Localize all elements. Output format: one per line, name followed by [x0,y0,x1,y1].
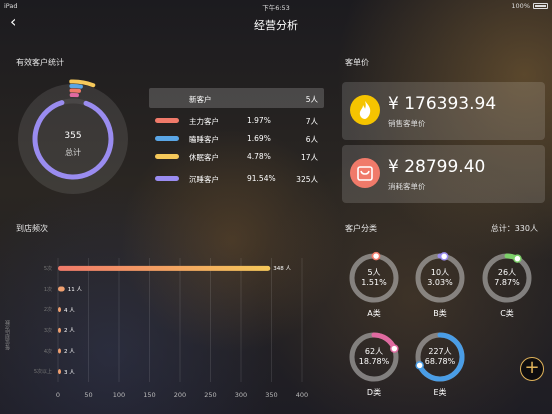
ring-percent: 3.03% [427,278,453,287]
legend-count: 7人 [305,117,318,126]
legend-swatch [155,176,179,181]
class-label: B类 [433,309,447,318]
ring-count: 227人 [428,347,452,356]
donut-total-value: 355 [64,131,82,141]
ring-end-dot [513,254,522,263]
legend-header-name: 新客户 [189,95,212,104]
legend-percent: 1.97% [247,116,271,125]
add-button[interactable]: + [520,357,544,381]
bar-value-label: 4 人 [64,307,75,314]
x-tick-label: 100 [112,391,126,399]
ring-percent: 7.87% [494,278,520,287]
bar-category-label: 1次 [43,286,52,293]
legend-name: 瞌睡客户 [189,135,219,144]
bar-category-label: 5次 [43,265,52,272]
x-tick-label: 200 [173,391,187,399]
ring-percent: 1.51% [361,278,387,287]
ring-count: 62人 [364,347,384,356]
legend-name: 主力客户 [189,117,219,126]
class-label: E类 [433,388,447,397]
class-label: D类 [366,388,382,397]
x-tick-label: 150 [143,391,156,399]
donut-segment-瞌睡客户 [69,84,83,89]
bar-category-label: 5次以上 [33,369,52,376]
consumption-unit-price-card: ¥ 28799.40 消耗客单价 [342,145,545,203]
bar-2 [58,307,61,313]
legend-swatch [155,154,179,159]
sales-unit-price-card: ¥ 176393.94 销售客单价 [342,82,545,140]
bar-value-label: 348 人 [273,266,292,273]
class-label: C类 [500,309,514,318]
bar-value-label: 2 人 [64,328,75,335]
sales-unit-price-amount: ¥ 176393.94 [388,94,497,114]
x-tick-label: 0 [55,391,61,399]
x-tick-label: 250 [204,391,217,399]
bar-4 [58,348,61,354]
sales-unit-price-label: 销售客单价 [388,119,426,128]
legend-header-count: 5人 [305,95,318,104]
class-label: A类 [367,309,381,318]
bar-value-label: 2 人 [64,349,75,355]
x-tick-label: 50 [84,391,93,399]
ring-end-dot [371,251,381,261]
ring-count: 10人 [430,268,450,277]
x-tick-label: 400 [295,391,309,399]
bar-category-label: 3次 [43,327,52,334]
legend-count: 6人 [305,135,318,144]
legend-percent: 1.69% [247,134,271,143]
legend-percent: 91.54% [247,174,276,183]
legend-header-row: 新客户 5人 [149,88,324,108]
legend-row: 瞌睡客户 1.69% 6人 [149,131,324,147]
legend-percent: 4.78% [247,152,271,161]
ring-count: 26人 [497,268,517,277]
legend-count: 325人 [296,175,318,184]
legend-count: 17人 [300,153,318,162]
donut-total-label: 总计 [65,148,81,157]
bar-value-label: 3 人 [64,369,75,376]
bar-chart-ylabel: 每位到店次数 [5,320,11,350]
bar-value-label: 11 人 [67,287,82,293]
charts-canvas [18,79,532,382]
shopping-bag-icon [350,158,380,188]
legend-swatch [155,118,179,123]
legend-name: 沉睡客户 [189,175,219,184]
legend-name: 休眠客户 [189,153,219,162]
consumption-unit-price-amount: ¥ 28799.40 [388,157,486,177]
legend-swatch [155,136,179,141]
ring-end-dot [439,252,449,261]
bar-3 [58,327,61,333]
ring-percent: 68.78% [424,357,456,366]
legend-row: 主力客户 1.97% 7人 [149,113,324,129]
bar-category-label: 4次 [43,348,52,355]
x-tick-label: 300 [234,391,248,399]
x-tick-label: 350 [265,391,278,399]
visit-frequency-chart [57,258,303,382]
consumption-unit-price-label: 消耗客单价 [388,182,426,191]
flame-icon [350,95,380,125]
ring-count: 5人 [367,268,381,277]
ring-percent: 18.78% [358,357,390,366]
bar-category-label: 2次 [43,307,52,314]
bar-5 [58,369,61,375]
legend-row: 沉睡客户 91.54% 325人 [149,171,324,187]
bar-0 [58,265,271,271]
legend-row: 休眠客户 4.78% 17人 [149,149,324,165]
bar-1 [58,286,65,292]
